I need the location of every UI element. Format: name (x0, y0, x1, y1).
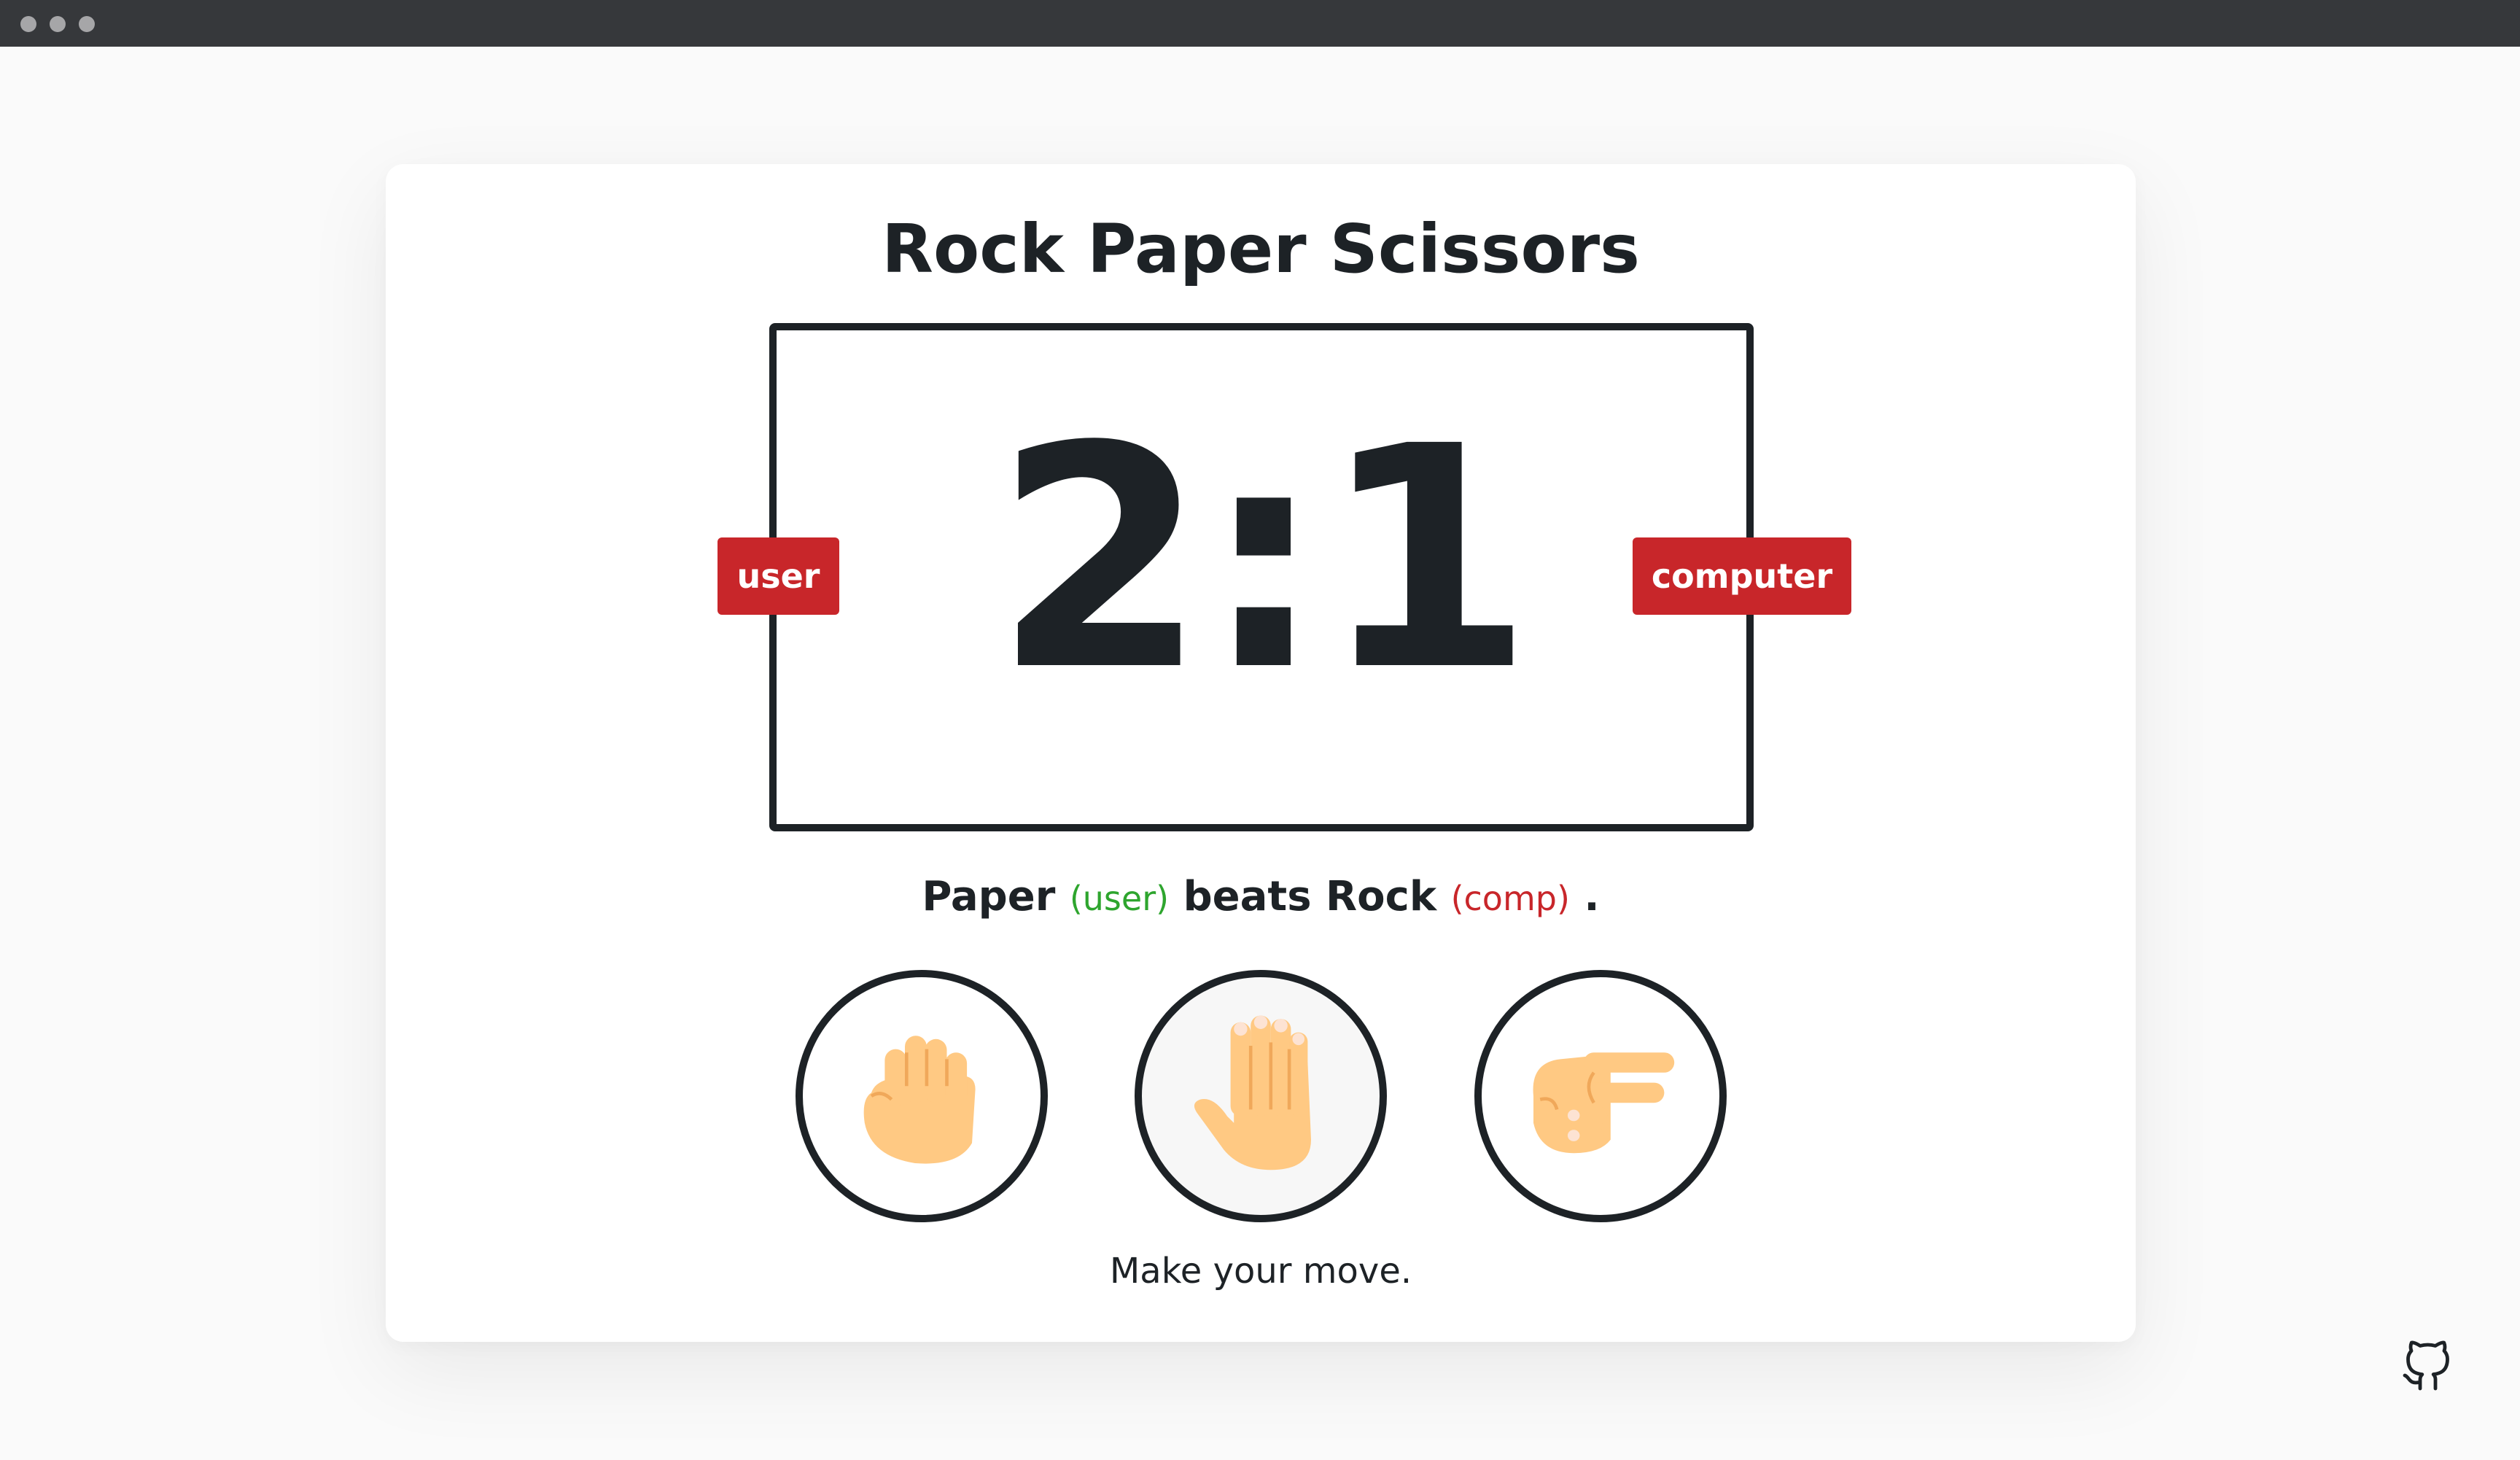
score-display: 2:1 (993, 381, 1533, 738)
rock-button[interactable] (796, 970, 1048, 1222)
result-end: . (1584, 873, 1600, 920)
result-user-move: Paper (922, 873, 1056, 920)
window-dot[interactable] (20, 16, 36, 32)
github-link[interactable] (2400, 1340, 2453, 1393)
user-badge: user (718, 537, 839, 615)
window-titlebar (0, 0, 2520, 47)
result-message: Paper (user) beats Rock (comp) . (386, 873, 2136, 920)
computer-badge: computer (1633, 537, 1851, 615)
scoreboard: 2:1 (769, 323, 1754, 831)
result-comp-move: Rock (1326, 873, 1437, 920)
github-icon (2403, 1340, 2449, 1391)
scissors-hand-icon (1533, 1052, 1675, 1154)
paper-hand-icon (1194, 1015, 1311, 1170)
paper-button[interactable] (1135, 970, 1387, 1222)
result-verb: beats (1183, 873, 1312, 920)
rock-hand-icon (863, 1036, 976, 1164)
page-title: Rock Paper Scissors (882, 210, 1640, 288)
window-dot[interactable] (50, 16, 66, 32)
result-user-tag: (user) (1069, 879, 1170, 918)
window-dot[interactable] (79, 16, 95, 32)
game-card: Rock Paper Scissors 2:1 user computer Pa… (386, 164, 2136, 1342)
scissors-button[interactable] (1474, 970, 1727, 1222)
move-prompt: Make your move. (1109, 1251, 1412, 1292)
result-comp-tag: (comp) (1450, 879, 1570, 918)
